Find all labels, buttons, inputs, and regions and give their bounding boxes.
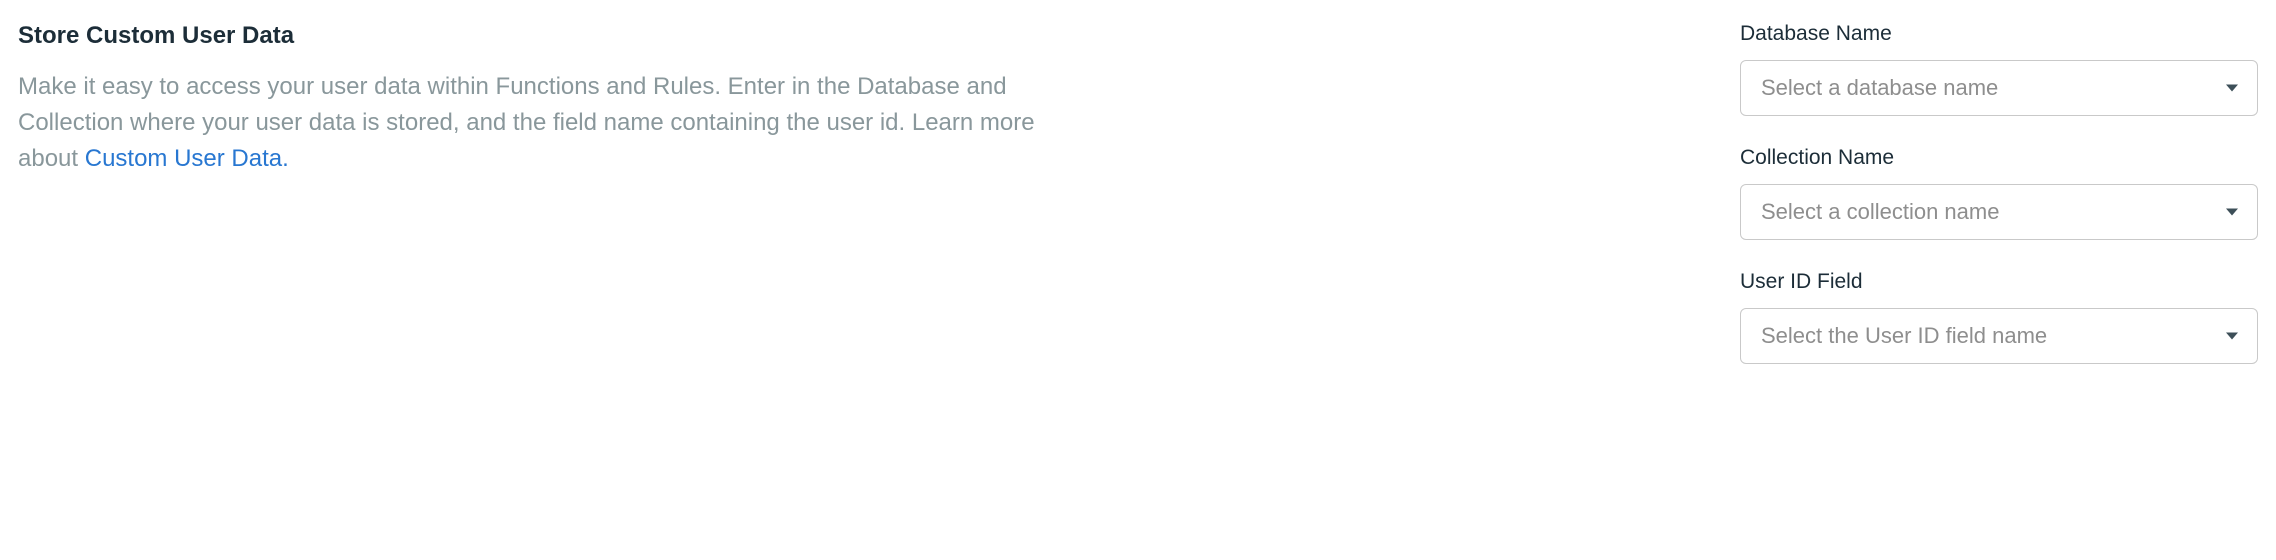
database-name-placeholder: Select a database name [1740,60,2258,116]
section-description: Make it easy to access your user data wi… [18,69,1038,177]
user-id-field-select[interactable]: Select the User ID field name [1740,308,2258,364]
collection-name-placeholder: Select a collection name [1740,184,2258,240]
section-title: Store Custom User Data [18,22,1038,51]
database-name-select[interactable]: Select a database name [1740,60,2258,116]
custom-user-data-link[interactable]: Custom User Data. [85,145,289,172]
collection-name-label: Collection Name [1740,146,2258,170]
database-name-label: Database Name [1740,22,2258,46]
user-id-field-group: User ID Field Select the User ID field n… [1740,270,2258,364]
collection-name-select[interactable]: Select a collection name [1740,184,2258,240]
database-name-group: Database Name Select a database name [1740,22,2258,116]
user-id-field-label: User ID Field [1740,270,2258,294]
user-id-field-placeholder: Select the User ID field name [1740,308,2258,364]
description-panel: Store Custom User Data Make it easy to a… [18,22,1038,394]
collection-name-group: Collection Name Select a collection name [1740,146,2258,240]
form-panel: Database Name Select a database name Col… [1740,22,2258,394]
